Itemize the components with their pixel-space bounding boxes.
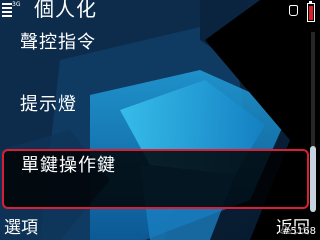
status-bar: 3G 個人化 [0, 0, 320, 22]
softkey-bar: 選項 返回 [0, 216, 320, 240]
phone-screen: 3G 個人化 聲控指令 提示燈 單鍵操作鍵 選項 返回 #5168 [0, 0, 320, 240]
menu-item-notification-light[interactable]: 提示燈 [0, 84, 306, 126]
battery-icon [307, 1, 315, 22]
bluetooth-icon [289, 5, 298, 16]
page-title: 個人化 [34, 0, 97, 21]
settings-menu-list: 聲控指令 提示燈 單鍵操作鍵 [0, 22, 320, 214]
menu-item-one-touch-keys[interactable]: 單鍵操作鍵 [2, 149, 309, 209]
signal-strength-icon [2, 2, 12, 20]
options-softkey[interactable]: 選項 [4, 217, 38, 239]
3g-network-icon: 3G [12, 1, 21, 8]
scrollbar-thumb[interactable] [310, 146, 316, 212]
watermark-label: #5168 [280, 226, 318, 238]
scrollbar[interactable] [309, 32, 317, 212]
menu-item-voice-commands[interactable]: 聲控指令 [0, 22, 306, 64]
